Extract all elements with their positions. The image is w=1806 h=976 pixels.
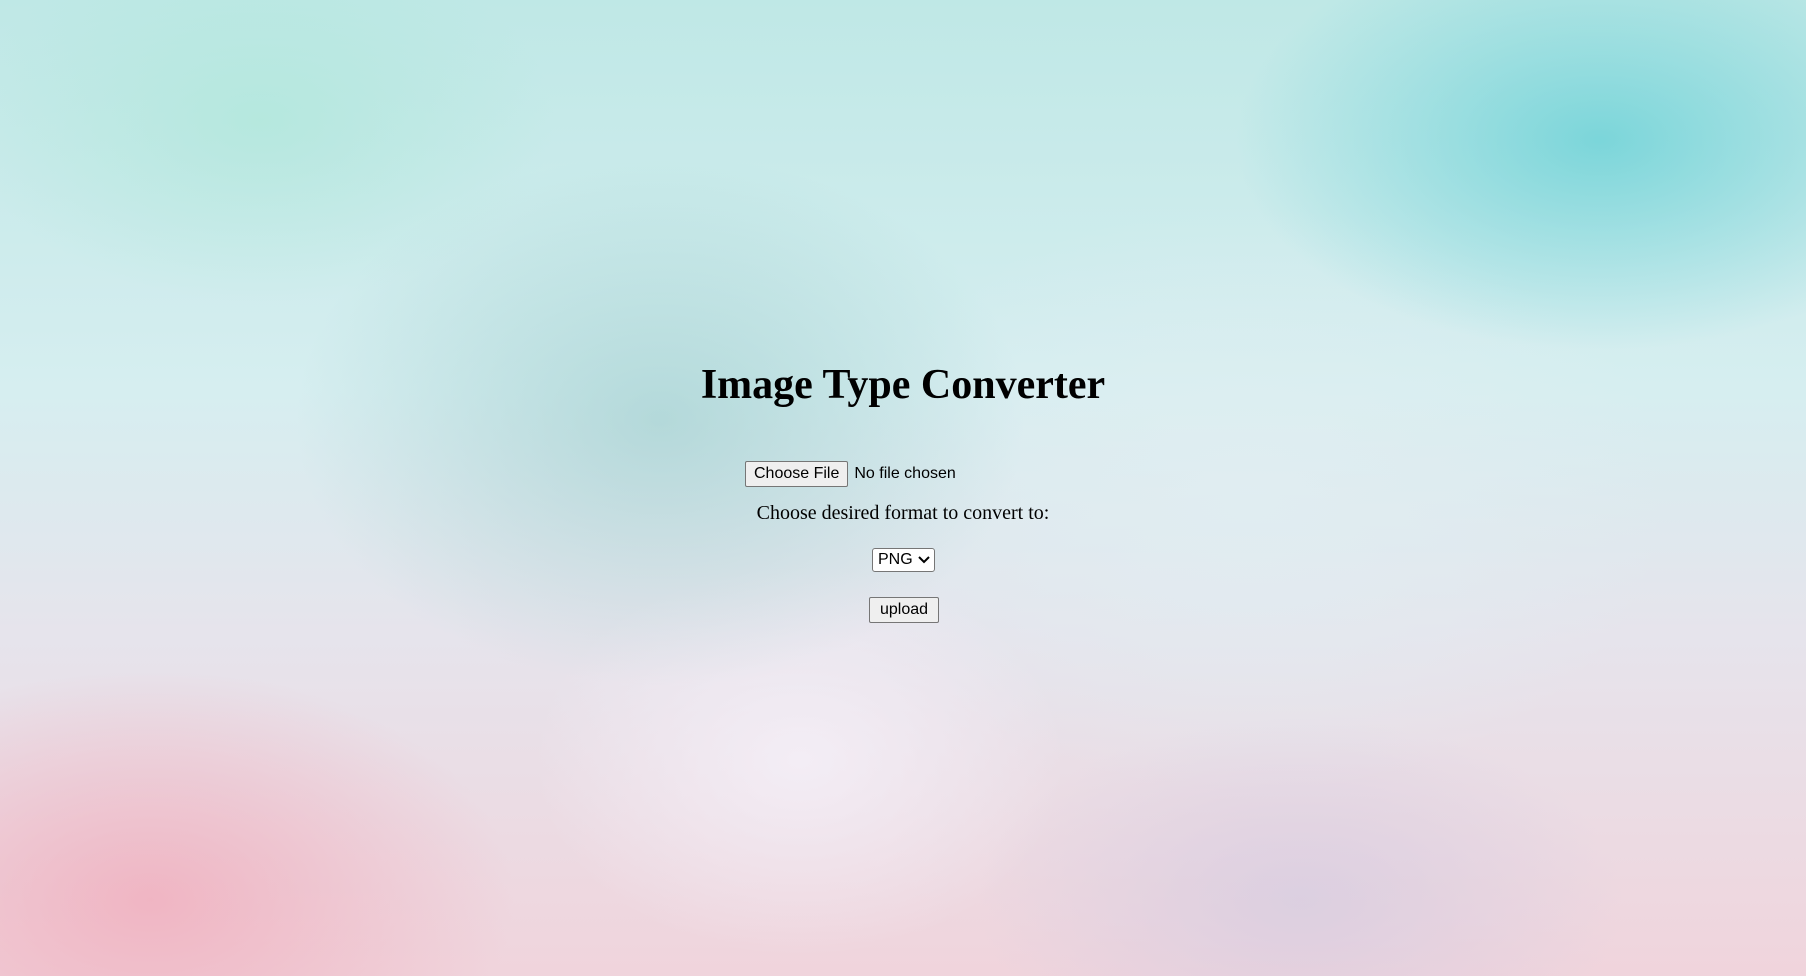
- chevron-down-icon: [917, 556, 930, 564]
- format-select[interactable]: PNG: [872, 548, 935, 572]
- upload-button[interactable]: upload: [869, 597, 939, 623]
- file-status-text: No file chosen: [854, 465, 956, 482]
- format-label: Choose desired format to convert to:: [756, 502, 1050, 524]
- background-image: [0, 0, 1806, 976]
- file-input[interactable]: Choose File No file chosen: [745, 461, 956, 487]
- format-selected-value: PNG: [878, 551, 913, 568]
- page-title: Image Type Converter: [700, 362, 1106, 408]
- choose-file-button[interactable]: Choose File: [745, 461, 849, 487]
